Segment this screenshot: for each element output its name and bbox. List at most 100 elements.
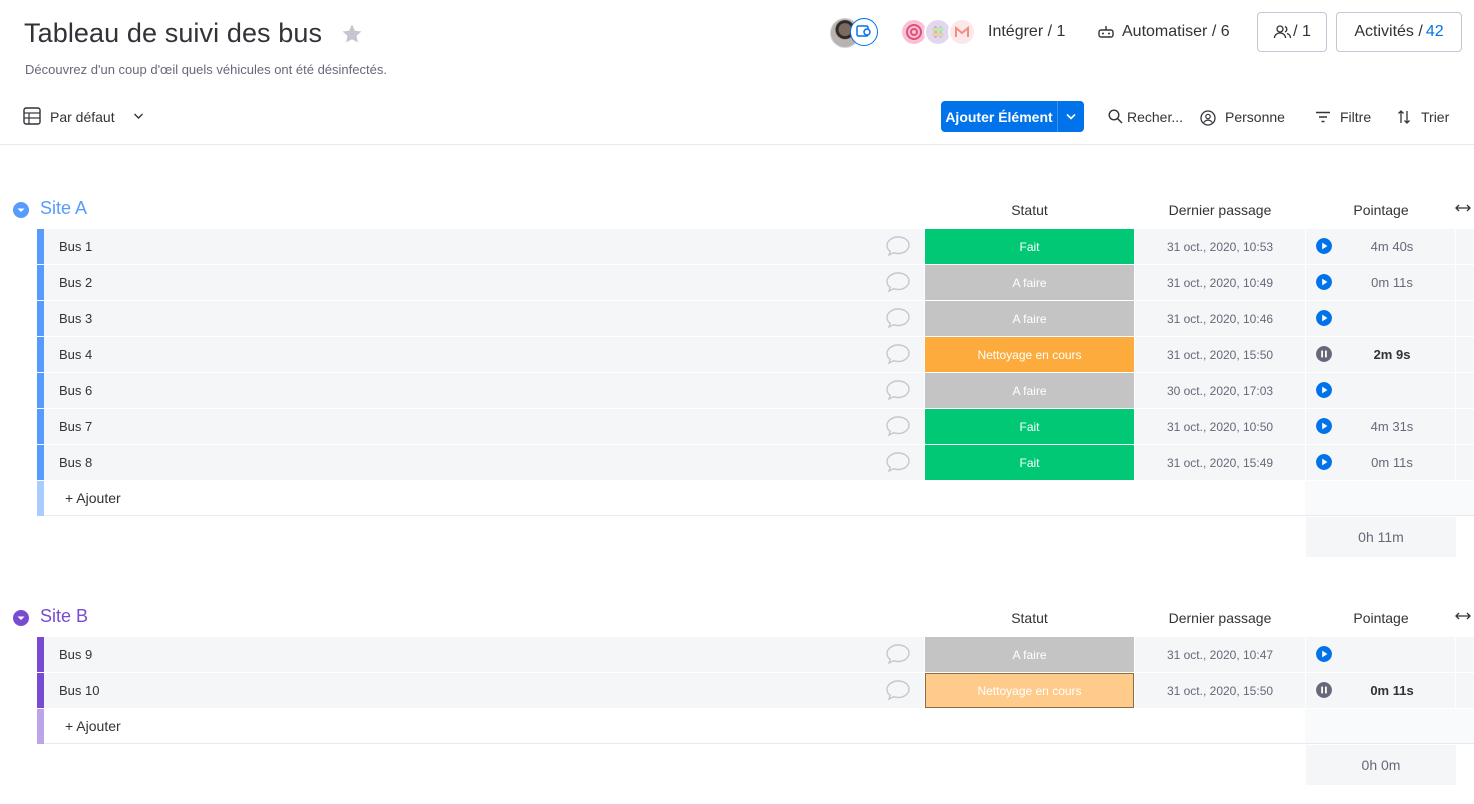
comment-bubble-icon[interactable] (885, 415, 911, 437)
cell-divider (1455, 265, 1456, 300)
table-row[interactable]: Bus 6 A faire 30 oct., 2020, 17:03 (37, 373, 1474, 408)
view-selector[interactable]: Par défaut (50, 109, 115, 125)
cell-divider (924, 229, 925, 264)
sort-button[interactable]: Trier (1421, 109, 1449, 125)
members-button[interactable]: / 1 (1257, 12, 1327, 52)
board-description[interactable]: Découvrez d'un coup d'œil quels véhicule… (25, 62, 387, 77)
play-icon[interactable] (1316, 310, 1332, 326)
integrate-link[interactable]: Intégrer / 1 (988, 23, 1065, 41)
item-name[interactable]: Bus 9 (59, 647, 92, 662)
pause-icon[interactable] (1316, 346, 1332, 362)
filter-icon[interactable] (1315, 111, 1331, 123)
time-tracking-value (1337, 301, 1447, 336)
item-name[interactable]: Bus 6 (59, 383, 92, 398)
play-icon[interactable] (1316, 382, 1332, 398)
status-label[interactable]: Nettoyage en cours (925, 673, 1134, 708)
status-label[interactable]: Fait (925, 229, 1134, 264)
comment-bubble-icon[interactable] (885, 379, 911, 401)
comment-bubble-icon[interactable] (885, 307, 911, 329)
group-collapse-icon[interactable] (13, 202, 29, 218)
add-item-button[interactable]: Ajouter Élément (941, 101, 1084, 132)
status-label[interactable]: A faire (925, 301, 1134, 336)
person-filter-button[interactable]: Personne (1225, 109, 1285, 125)
automate-link[interactable]: Automatiser / 6 (1122, 23, 1230, 41)
item-name[interactable]: Bus 10 (59, 683, 99, 698)
play-icon[interactable] (1316, 454, 1332, 470)
table-row[interactable]: Bus 8 Fait 31 oct., 2020, 15:49 0m 11s (37, 445, 1474, 480)
integration-icons[interactable] (900, 18, 980, 48)
cell-divider (1305, 409, 1306, 444)
search-icon[interactable] (1108, 109, 1123, 124)
add-item-dropdown[interactable] (1058, 101, 1084, 132)
comment-bubble-icon[interactable] (885, 643, 911, 665)
group-color-bar (37, 265, 44, 300)
people-icon (1273, 25, 1292, 39)
chevron-down-icon[interactable] (133, 112, 144, 120)
add-item-input[interactable]: + Ajouter (65, 490, 121, 506)
group-collapse-icon[interactable] (13, 610, 29, 626)
resize-columns-icon[interactable] (1455, 610, 1471, 622)
status-label[interactable]: A faire (925, 265, 1134, 300)
time-tracking-value (1337, 637, 1447, 672)
group-title-site-a[interactable]: Site A (40, 198, 87, 219)
pause-icon[interactable] (1316, 682, 1332, 698)
person-icon[interactable] (1200, 110, 1216, 126)
comment-bubble-icon[interactable] (885, 271, 911, 293)
column-header-timer[interactable]: Pointage (1306, 610, 1456, 626)
resize-columns-icon[interactable] (1455, 202, 1471, 214)
table-row[interactable]: Bus 1 Fait 31 oct., 2020, 10:53 4m 40s (37, 229, 1474, 264)
column-header-last-pass[interactable]: Dernier passage (1135, 610, 1305, 626)
status-label[interactable]: Nettoyage en cours (925, 337, 1134, 372)
add-item-input[interactable]: + Ajouter (65, 718, 121, 734)
status-label[interactable]: Fait (925, 409, 1134, 444)
cell-divider (1305, 373, 1306, 408)
column-header-status[interactable]: Statut (925, 202, 1134, 218)
favorite-star-icon[interactable] (340, 22, 364, 46)
add-item-row[interactable]: + Ajouter (37, 481, 1474, 516)
item-name[interactable]: Bus 7 (59, 419, 92, 434)
search-button[interactable]: Recher... (1127, 109, 1183, 125)
comment-bubble-icon[interactable] (885, 451, 911, 473)
cell-divider (1305, 229, 1306, 264)
play-icon[interactable] (1316, 418, 1332, 434)
status-label[interactable]: A faire (925, 637, 1134, 672)
sort-icon[interactable] (1397, 109, 1411, 125)
table-view-icon[interactable] (23, 107, 41, 125)
table-row[interactable]: Bus 4 Nettoyage en cours 31 oct., 2020, 15… (37, 337, 1474, 372)
comment-bubble-icon[interactable] (885, 679, 911, 701)
status-label[interactable]: Fait (925, 445, 1134, 480)
table-row[interactable]: Bus 10 Nettoyage en cours 31 oct., 2020, 1… (37, 673, 1474, 708)
time-tracking-value: 4m 40s (1370, 239, 1414, 254)
column-header-status[interactable]: Statut (925, 610, 1134, 626)
filter-button[interactable]: Filtre (1340, 109, 1371, 125)
status-label[interactable]: A faire (925, 373, 1134, 408)
item-name[interactable]: Bus 2 (59, 275, 92, 290)
last-pass-date: 31 oct., 2020, 10:47 (1166, 647, 1274, 662)
table-row[interactable]: Bus 7 Fait 31 oct., 2020, 10:50 4m 31s (37, 409, 1474, 444)
add-item-row[interactable]: + Ajouter (37, 709, 1474, 744)
cell-divider (1455, 673, 1456, 708)
play-icon[interactable] (1316, 274, 1332, 290)
comment-bubble-icon[interactable] (885, 235, 911, 257)
cell-divider (1455, 445, 1456, 480)
robot-icon[interactable] (1097, 24, 1115, 40)
item-name[interactable]: Bus 1 (59, 239, 92, 254)
column-header-last-pass[interactable]: Dernier passage (1135, 202, 1305, 218)
add-item-label[interactable]: Ajouter Élément (941, 101, 1058, 132)
activity-button[interactable]: Activités / 42 (1336, 12, 1462, 52)
table-row[interactable]: Bus 3 A faire 31 oct., 2020, 10:46 (37, 301, 1474, 336)
play-icon[interactable] (1316, 238, 1332, 254)
activity-count: 42 (1425, 23, 1444, 40)
item-name[interactable]: Bus 3 (59, 311, 92, 326)
comment-bubble-icon[interactable] (885, 343, 911, 365)
board-title[interactable]: Tableau de suivi des bus (24, 18, 322, 49)
group-color-bar (37, 445, 44, 480)
play-icon[interactable] (1316, 646, 1332, 662)
item-name[interactable]: Bus 8 (59, 455, 92, 470)
column-header-timer[interactable]: Pointage (1306, 202, 1456, 218)
table-row[interactable]: Bus 2 A faire 31 oct., 2020, 10:49 0m 11s (37, 265, 1474, 300)
table-row[interactable]: Bus 9 A faire 31 oct., 2020, 10:47 (37, 637, 1474, 672)
item-name[interactable]: Bus 4 (59, 347, 92, 362)
cell-divider (924, 337, 925, 372)
group-title-site-b[interactable]: Site B (40, 606, 88, 627)
